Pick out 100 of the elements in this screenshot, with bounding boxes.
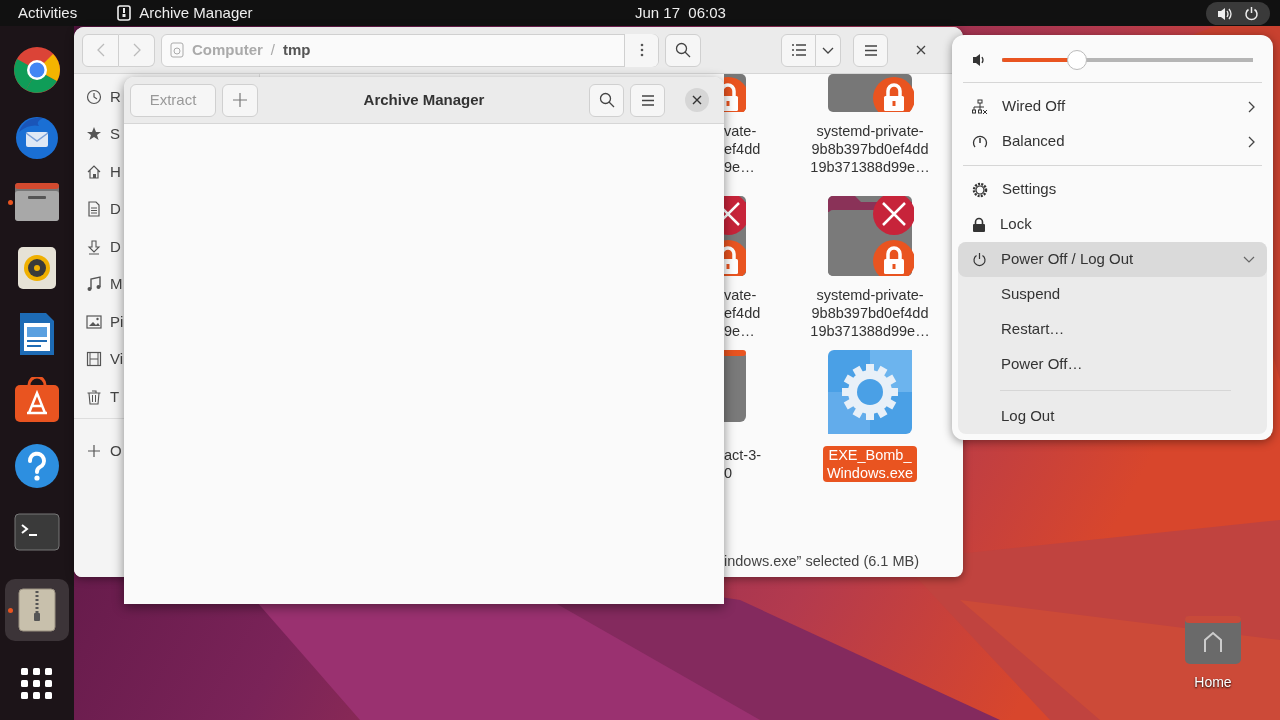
archive-icon: [117, 5, 132, 21]
menu-item-label: Balanced: [1002, 131, 1065, 152]
lock-icon: [972, 216, 986, 233]
menu-item[interactable]: Restart…: [1001, 318, 1065, 341]
locked-folder-icon[interactable]: [826, 74, 914, 112]
sidebar-item[interactable]: Pi: [110, 310, 124, 333]
dock-item[interactable]: [5, 579, 69, 641]
plus-icon: [86, 443, 102, 460]
image-icon: [86, 313, 102, 330]
slider-thumb[interactable]: [1067, 50, 1088, 70]
close-icon: [916, 45, 926, 55]
file-name[interactable]: act-3-: [724, 446, 776, 464]
power-icon: [1243, 6, 1259, 21]
clock[interactable]: Jun 17 06:03: [635, 1, 726, 25]
menu-item-label: Wired Off: [1002, 96, 1066, 117]
search-icon: [598, 92, 615, 108]
file-name[interactable]: ef4dd: [724, 140, 776, 158]
clock-icon: [86, 88, 102, 105]
help-icon: [14, 443, 60, 489]
document-icon: [86, 201, 102, 218]
close-button[interactable]: [685, 88, 709, 112]
menu-icon: [641, 94, 654, 106]
gauge-icon: [972, 133, 988, 150]
sidebar-item[interactable]: O: [110, 440, 122, 463]
file-name[interactable]: 9e…: [724, 158, 776, 176]
menu-item-label: Power Off / Log Out: [1001, 249, 1134, 270]
file-name[interactable]: EXE_Bomb_ Windows.exe: [822, 446, 918, 482]
search-button[interactable]: [589, 83, 624, 117]
chevron-down-icon: [822, 46, 834, 54]
path-bar[interactable]: Computer / tmp: [161, 33, 659, 67]
menu-item-label: Settings: [1002, 179, 1057, 200]
power-icon: [972, 252, 987, 267]
sidebar-item[interactable]: R: [110, 85, 121, 108]
home-icon: [86, 163, 102, 180]
settings-icon: [972, 181, 988, 198]
menu-item[interactable]: Lock: [958, 207, 1267, 242]
system-tray[interactable]: [1206, 2, 1270, 25]
back-icon: [96, 43, 105, 57]
window-title: Archive Manager: [363, 89, 485, 110]
archive-icon: [18, 588, 56, 632]
path-segment[interactable]: tmp: [283, 38, 311, 62]
menu-item[interactable]: Balanced: [958, 124, 1267, 159]
more-icon: [639, 43, 644, 57]
locked-folder-icon[interactable]: [724, 196, 746, 276]
document-icon: [18, 311, 56, 357]
home-folder-icon[interactable]: [1185, 616, 1241, 664]
path-separator: /: [270, 39, 275, 60]
speaker-icon: [17, 246, 57, 290]
sidebar-item[interactable]: D: [110, 235, 121, 258]
menu-item[interactable]: Suspend: [1001, 283, 1061, 306]
file-name[interactable]: systemd-private- 9b8b397bd0ef4dd 19b371388d99e…: [800, 286, 940, 340]
folder-icon: [14, 182, 60, 222]
file-name[interactable]: systemd-private- 9b8b397bd0ef4dd 19b371388d99e…: [800, 122, 940, 176]
power-menu-item[interactable]: Power Off / Log Out: [958, 242, 1267, 277]
download-icon: [86, 238, 102, 255]
sidebar-item[interactable]: Vi: [110, 348, 124, 371]
network-icon: [972, 98, 988, 115]
menu-item[interactable]: Power Off…: [1001, 353, 1083, 376]
close-icon: [692, 95, 702, 105]
menu-button[interactable]: [853, 33, 888, 67]
file-name[interactable]: 9e…: [724, 322, 776, 340]
sidebar-item[interactable]: T: [110, 385, 120, 408]
running-dot: [8, 608, 13, 613]
search-button[interactable]: [665, 33, 701, 67]
menu-item[interactable]: Wired Off: [958, 89, 1267, 124]
activities-button[interactable]: Activities: [18, 1, 78, 25]
film-icon: [86, 351, 102, 368]
list-icon: [791, 44, 806, 56]
app-grid-icon: [21, 668, 53, 700]
home-label: Home: [1194, 673, 1232, 692]
sidebar-item[interactable]: D: [110, 198, 121, 221]
chevron-right-icon: [1248, 100, 1255, 113]
music-note-icon: [86, 276, 102, 293]
app-menu[interactable]: Archive Manager: [139, 1, 253, 25]
file-name[interactable]: vate-: [724, 286, 776, 304]
locked-folder-icon[interactable]: [724, 74, 746, 112]
search-icon: [675, 42, 691, 58]
menu-item[interactable]: Log Out: [1001, 405, 1055, 428]
chevron-right-icon: [1248, 135, 1255, 148]
locked-folder-icon[interactable]: [826, 196, 914, 276]
menu-item[interactable]: Settings: [958, 172, 1267, 207]
speaker-icon: [1217, 6, 1234, 21]
file-name[interactable]: vate-: [724, 122, 776, 140]
terminal-icon: [14, 513, 60, 551]
plus-icon: [233, 93, 247, 107]
running-dot: [8, 200, 13, 205]
menu-button[interactable]: [630, 83, 665, 117]
status-text: indows.exe” selected (6.1 MB): [724, 552, 920, 572]
menu-item-label: Lock: [1000, 214, 1032, 235]
sidebar-item[interactable]: S: [110, 123, 120, 146]
file-name[interactable]: ef4dd: [724, 304, 776, 322]
trash-icon: [86, 388, 102, 405]
view-button[interactable]: [781, 33, 816, 67]
sidebar-item[interactable]: H: [110, 160, 121, 183]
browser-icon: [13, 46, 61, 94]
shopping-bag-icon: [14, 377, 60, 423]
menu-icon: [864, 44, 877, 56]
file-name[interactable]: 0: [724, 464, 776, 482]
sidebar-item[interactable]: M: [110, 273, 123, 296]
forward-icon: [132, 43, 141, 57]
